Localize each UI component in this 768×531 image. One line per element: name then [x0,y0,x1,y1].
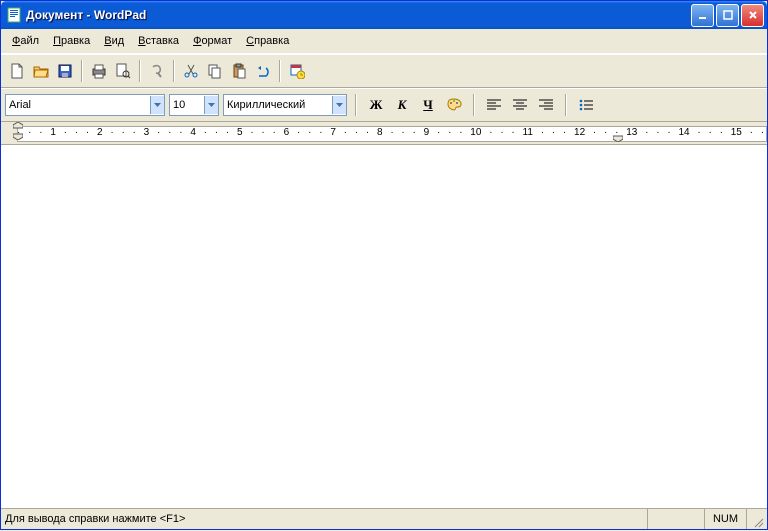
find-icon [149,63,165,79]
title-bar: Документ - WordPad [1,1,767,29]
datetime-button[interactable] [286,60,308,82]
print-preview-icon [115,63,131,79]
charset-input[interactable] [224,96,332,114]
italic-button[interactable]: К [391,95,413,115]
maximize-button[interactable] [716,4,739,27]
right-indent-marker[interactable] [613,134,623,142]
font-name-combo[interactable] [5,94,165,116]
chevron-down-icon[interactable] [204,96,218,114]
ruler-scale: · · · 1 · · · 2 · · · 3 · · · 4 · · · 5 … [17,127,767,138]
bold-button[interactable]: Ж [365,95,387,115]
chevron-down-icon[interactable] [332,96,346,114]
text-color-button[interactable] [443,95,465,115]
ruler[interactable]: · · · 1 · · · 2 · · · 3 · · · 4 · · · 5 … [1,122,767,145]
menu-help[interactable]: Справка [239,33,296,49]
menu-file[interactable]: Файл [5,33,46,49]
minimize-button[interactable] [691,4,714,27]
find-button[interactable] [146,60,168,82]
align-center-icon [513,99,527,111]
underline-button[interactable]: Ч [417,95,439,115]
menu-edit[interactable]: Правка [46,33,97,49]
print-button[interactable] [88,60,110,82]
cut-button[interactable] [180,60,202,82]
status-caps [648,509,705,529]
copy-icon [207,63,223,79]
status-help-text: Для вывода справки нажмите <F1> [1,509,648,529]
resize-grip[interactable] [747,507,767,531]
format-toolbar: Ж К Ч [1,88,767,122]
chevron-down-icon[interactable] [150,96,164,114]
open-button[interactable] [30,60,52,82]
new-button[interactable] [6,60,28,82]
palette-icon [446,97,462,113]
font-size-combo[interactable] [169,94,219,116]
font-name-input[interactable] [6,96,150,114]
save-icon [57,63,73,79]
status-bar: Для вывода справки нажмите <F1> NUM [1,508,767,529]
align-right-icon [539,99,553,111]
print-icon [91,63,107,79]
print-preview-button[interactable] [112,60,134,82]
save-button[interactable] [54,60,76,82]
standard-toolbar [1,54,767,88]
undo-icon [255,63,271,79]
copy-button[interactable] [204,60,226,82]
menu-insert[interactable]: Вставка [131,33,186,49]
align-center-button[interactable] [509,95,531,115]
paste-button[interactable] [228,60,250,82]
datetime-icon [289,63,305,79]
bullets-button[interactable] [575,95,597,115]
document-area[interactable] [1,145,767,508]
align-right-button[interactable] [535,95,557,115]
undo-button[interactable] [252,60,274,82]
align-left-icon [487,99,501,111]
menu-bar: Файл Правка Вид Вставка Формат Справка [1,29,767,54]
font-size-input[interactable] [170,96,204,114]
cut-icon [183,63,199,79]
status-num: NUM [705,509,747,529]
menu-view[interactable]: Вид [97,33,131,49]
paste-icon [231,63,247,79]
app-window: Документ - WordPad Файл Правка Вид Встав… [0,0,768,530]
window-title: Документ - WordPad [26,8,146,22]
new-file-icon [9,63,25,79]
menu-format[interactable]: Формат [186,33,239,49]
close-button[interactable] [741,4,764,27]
app-icon [6,7,22,23]
charset-combo[interactable] [223,94,347,116]
open-folder-icon [33,63,49,79]
bullets-icon [579,99,593,111]
align-left-button[interactable] [483,95,505,115]
